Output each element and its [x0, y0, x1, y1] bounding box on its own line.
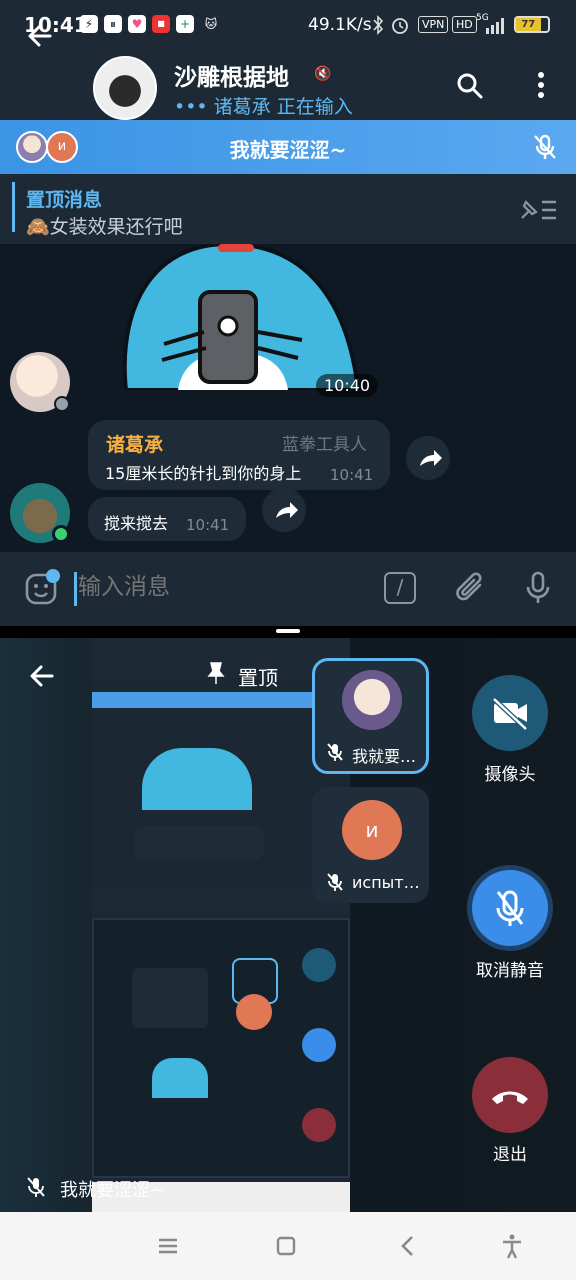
- notification-icon: ⚡: [80, 15, 98, 33]
- forward-icon[interactable]: [262, 488, 306, 532]
- cat-icon: 🐱: [204, 17, 218, 31]
- camera-label: 摄像头: [484, 765, 536, 785]
- leave-label: 退出: [493, 1145, 527, 1165]
- mic-muted-icon: [327, 743, 343, 761]
- sender-name[interactable]: 诸葛承: [106, 430, 163, 457]
- message-time: 10:41: [330, 466, 374, 484]
- mic-muted-icon: [27, 1177, 45, 1197]
- hd-badge: HD: [452, 16, 477, 33]
- app-icon: ■: [152, 15, 170, 33]
- home-icon[interactable]: [272, 1232, 300, 1260]
- muted-icon: 🔇: [314, 66, 332, 82]
- back-arrow-icon[interactable]: [24, 20, 56, 52]
- signal-icon: [486, 18, 504, 34]
- attach-icon[interactable]: [454, 570, 488, 606]
- app-icon: +: [176, 15, 194, 33]
- bot-command-icon[interactable]: /: [384, 572, 416, 604]
- self-name: 我就要涩涩~: [60, 1180, 166, 1201]
- pinned-text[interactable]: 🙈女装效果还行吧: [26, 212, 183, 239]
- notification-dot: [46, 569, 60, 583]
- message-text: 15厘米长的针扎到你的身上: [105, 464, 302, 483]
- bluetooth-icon: [373, 15, 384, 35]
- camera-off-icon: [492, 697, 528, 731]
- camera-button[interactable]: [472, 675, 548, 751]
- pinned-indicator: [12, 182, 15, 232]
- participant-avatar: и: [342, 800, 402, 860]
- menu-icon[interactable]: [154, 1232, 182, 1260]
- participant-name: испыт…: [352, 873, 420, 892]
- unmute-label: 取消静音: [476, 961, 544, 981]
- back-icon[interactable]: [394, 1232, 422, 1260]
- mic-muted-icon: [496, 890, 524, 926]
- status-dot: [54, 396, 70, 412]
- voice-chat-title[interactable]: 我就要涩涩~: [0, 134, 576, 163]
- message-text: 搅来搅去: [104, 514, 169, 533]
- battery-level: 77: [516, 18, 541, 31]
- forward-icon[interactable]: [406, 436, 450, 480]
- more-menu-icon[interactable]: [536, 70, 546, 100]
- group-avatar[interactable]: [93, 56, 157, 120]
- online-dot: [52, 525, 70, 543]
- pin-icon[interactable]: [204, 660, 228, 686]
- message-time: 10:41: [186, 516, 230, 534]
- search-icon[interactable]: [456, 72, 484, 100]
- message-input[interactable]: [78, 573, 358, 600]
- split-handle[interactable]: [276, 629, 300, 633]
- accessibility-icon[interactable]: [498, 1232, 526, 1260]
- media-icon: ⏸: [104, 15, 122, 33]
- back-arrow-icon[interactable]: [26, 660, 58, 692]
- network-speed: 49.1K/s: [308, 15, 372, 35]
- mic-muted-icon[interactable]: [530, 132, 560, 162]
- participant-name: 我就要…: [352, 747, 417, 766]
- status-bar: 10:41 ⚡ ⏸ ♥ ■ + 🐱 49.1K/s VPN HD 5G 77: [0, 0, 576, 50]
- battery-icon: 77: [514, 16, 550, 33]
- sticker-image[interactable]: [108, 244, 358, 390]
- pinned-list-icon[interactable]: [518, 196, 558, 224]
- leave-button[interactable]: [472, 1057, 548, 1133]
- text-cursor: [74, 572, 77, 606]
- mic-muted-icon: [327, 873, 343, 891]
- group-title[interactable]: 沙雕根据地: [174, 58, 289, 92]
- app-icon: ♥: [128, 15, 146, 33]
- hang-up-icon: [492, 1091, 528, 1104]
- alarm-icon: [392, 18, 408, 34]
- unmute-button[interactable]: [472, 870, 548, 946]
- sender-title: 蓝拳工具人: [282, 435, 367, 455]
- message-time: 10:40: [316, 374, 379, 397]
- microphone-icon[interactable]: [522, 570, 554, 606]
- pin-label[interactable]: 置顶: [238, 662, 278, 691]
- participant-avatar: [342, 670, 402, 730]
- vpn-badge: VPN: [418, 16, 449, 33]
- pinned-title: 置顶消息: [26, 189, 103, 211]
- typing-indicator: ••• 诸葛承 正在输入: [174, 96, 353, 118]
